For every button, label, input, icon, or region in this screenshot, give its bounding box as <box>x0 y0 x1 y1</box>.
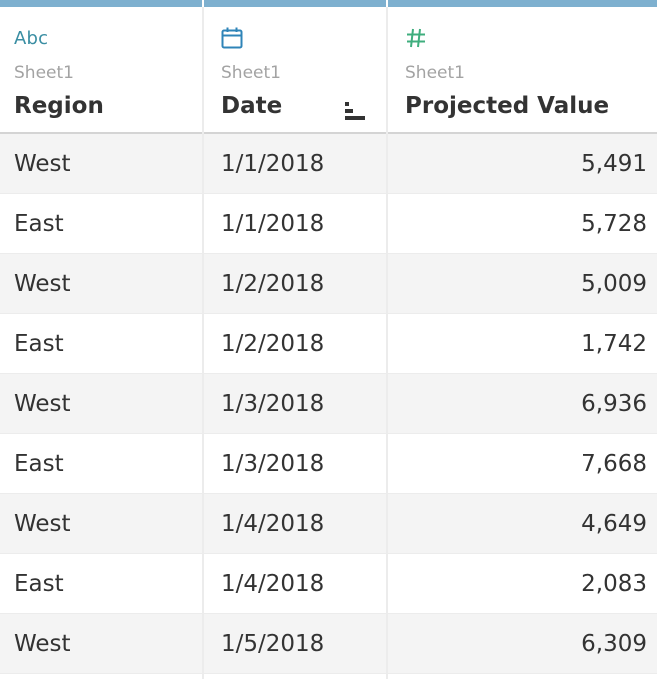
table-cell[interactable]: East <box>0 194 202 254</box>
data-grid: Abc Sheet1 Region West East West East We… <box>0 0 657 679</box>
column-top-accent <box>388 0 657 7</box>
column-source: Sheet1 <box>14 63 74 83</box>
calendar-icon <box>221 27 243 49</box>
table-cell[interactable]: 1/1/2018 <box>204 134 386 194</box>
table-cell[interactable]: 1/5/2018 <box>204 614 386 674</box>
column-source: Sheet1 <box>221 63 281 83</box>
region-cells: West East West East West East West East … <box>0 134 202 674</box>
string-type-label: Abc <box>14 27 49 49</box>
table-cell[interactable]: 4,649 <box>388 494 657 554</box>
column-name: Projected Value <box>405 93 610 119</box>
table-cell[interactable]: West <box>0 134 202 194</box>
column-header-date[interactable]: Sheet1 Date <box>204 7 386 134</box>
table-cell[interactable]: West <box>0 254 202 314</box>
table-cell[interactable]: West <box>0 494 202 554</box>
date-cells: 1/1/2018 1/1/2018 1/2/2018 1/2/2018 1/3/… <box>204 134 386 674</box>
table-cell[interactable]: East <box>0 314 202 374</box>
table-cell[interactable]: 1/3/2018 <box>204 434 386 494</box>
table-cell[interactable]: 1/2/2018 <box>204 254 386 314</box>
table-cell[interactable]: West <box>0 614 202 674</box>
column-divider[interactable] <box>202 0 204 679</box>
table-cell[interactable]: 1/2/2018 <box>204 314 386 374</box>
table-cell[interactable]: 6,309 <box>388 614 657 674</box>
column-divider[interactable] <box>386 0 388 679</box>
sort-ascending-icon[interactable] <box>344 101 366 123</box>
table-cell[interactable]: East <box>0 554 202 614</box>
number-type-icon <box>405 27 427 49</box>
table-cell[interactable]: 5,728 <box>388 194 657 254</box>
table-cell[interactable]: 6,936 <box>388 374 657 434</box>
column-top-accent <box>204 0 386 7</box>
string-type-icon: Abc <box>14 27 48 49</box>
table-cell[interactable]: 5,009 <box>388 254 657 314</box>
table-cell[interactable]: 1,742 <box>388 314 657 374</box>
column-date: Sheet1 Date 1/1/2018 1/1/2018 1/2/2018 1… <box>204 0 386 679</box>
column-projected-value: Sheet1 Projected Value 5,491 5,728 5,009… <box>388 0 657 679</box>
table-cell[interactable]: 5,491 <box>388 134 657 194</box>
table-cell[interactable]: West <box>0 374 202 434</box>
column-name: Region <box>14 93 104 119</box>
table-cell[interactable]: 1/4/2018 <box>204 494 386 554</box>
column-source: Sheet1 <box>405 63 465 83</box>
table-cell[interactable]: 2,083 <box>388 554 657 614</box>
table-cell[interactable]: 1/4/2018 <box>204 554 386 614</box>
table-cell[interactable]: 1/3/2018 <box>204 374 386 434</box>
column-region: Abc Sheet1 Region West East West East We… <box>0 0 202 679</box>
column-name: Date <box>221 93 283 119</box>
column-header-region[interactable]: Abc Sheet1 Region <box>0 7 202 134</box>
table-cell[interactable]: 1/1/2018 <box>204 194 386 254</box>
column-top-accent <box>0 0 202 7</box>
table-cell[interactable]: East <box>0 434 202 494</box>
projected-value-cells: 5,491 5,728 5,009 1,742 6,936 7,668 4,64… <box>388 134 657 674</box>
column-header-projected-value[interactable]: Sheet1 Projected Value <box>388 7 657 134</box>
table-cell[interactable]: 7,668 <box>388 434 657 494</box>
